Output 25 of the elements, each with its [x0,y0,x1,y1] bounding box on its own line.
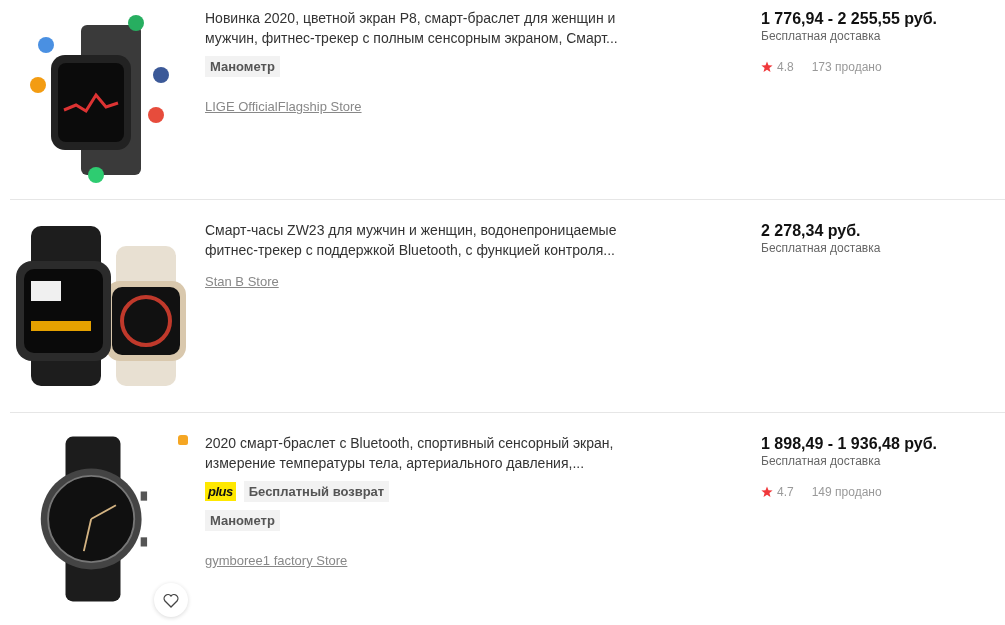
store-link[interactable]: LIGE OfficialFlagship Store [205,99,362,114]
shop-badge-icon [178,435,188,445]
heart-icon [163,592,179,608]
store-link[interactable]: gymboree1 factory Store [205,553,348,568]
delivery-text: Бесплатная доставка [761,241,881,255]
delivery-text: Бесплатная доставка [761,29,882,43]
product-title-link[interactable]: Новинка 2020, цветной экран P8, смарт-браслет для женщин и мужчин, фитнес-трекер с полным сенсорным экраном, Смарт... [205,8,625,48]
product-tag: Манометр [205,56,280,77]
sold-count-text: 173 продано [811,60,882,74]
store-link[interactable]: Stan B Store [205,274,279,289]
price-text: 2 278,34 руб. [761,222,862,240]
rating-text: 4.8 [777,60,794,74]
price-text: 1 776,94 - 2 255,55 руб. [761,10,937,28]
product-title-link[interactable]: 2020 смарт-браслет с Bluetooth, спортивный сенсорный экран, измерение температуры тела, артериального давления,... [205,433,625,473]
free-return-tag: Бесплатный возврат [243,481,390,502]
delivery-text: Бесплатная доставка [761,454,882,468]
rating-text: 4.7 [777,485,794,499]
star-icon [761,61,773,73]
star-icon [761,486,773,498]
sold-count-text: 149 продано [811,485,882,499]
product-title-link[interactable]: Смарт-часы ZW23 для мужчин и женщин, водонепроницаемые фитнес-трекер с поддержкой Bluetooth, с функцией контроля... [205,220,625,260]
favorite-button[interactable] [154,583,188,617]
price-text: 1 898,49 - 1 936,48 руб. [761,435,937,453]
plus-badge: plus [205,482,236,501]
product-tag: Манометр [205,510,280,531]
